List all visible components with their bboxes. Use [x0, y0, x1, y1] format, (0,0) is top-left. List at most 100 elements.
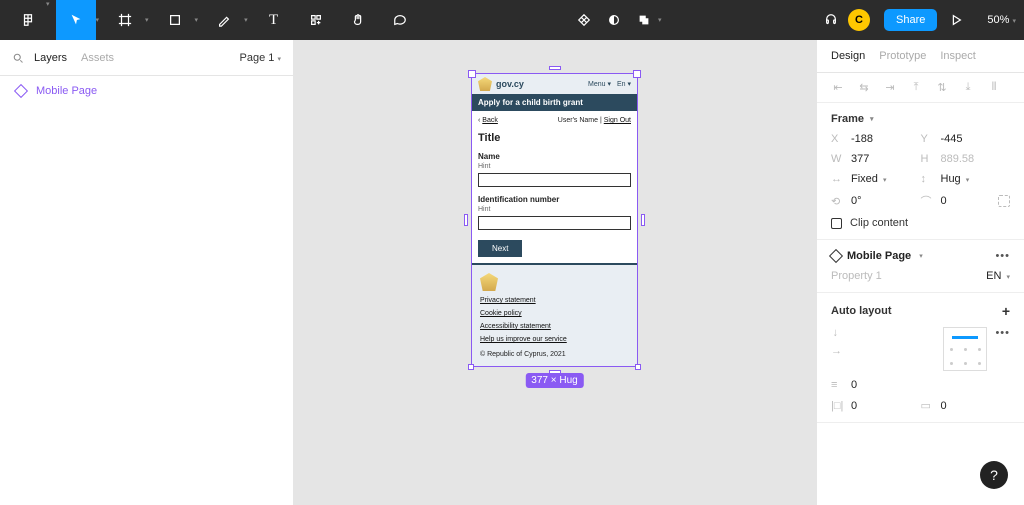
- hand-tool-button[interactable]: [338, 0, 378, 40]
- radius-input[interactable]: 0: [941, 195, 947, 207]
- direction-horizontal-icon[interactable]: →: [831, 345, 842, 357]
- tab-design[interactable]: Design: [831, 50, 865, 62]
- vert-constraint[interactable]: Hug ▾: [941, 173, 970, 185]
- shape-tool-button[interactable]: [155, 0, 195, 40]
- chevron-down-icon[interactable]: ▾: [870, 115, 874, 123]
- figma-menu-button[interactable]: [8, 0, 48, 40]
- zoom-picker[interactable]: 50% ▾: [987, 14, 1016, 26]
- name-hint: Hint: [478, 163, 631, 170]
- resize-handle-bl[interactable]: [468, 364, 474, 370]
- alignment-controls: ⇤ ⇆ ⇥ ⤒ ⇅ ⤓ ⫴: [817, 73, 1024, 103]
- figma-menu-chevron-icon[interactable]: ▾: [46, 0, 50, 40]
- gap-input[interactable]: 0: [851, 379, 857, 391]
- autolayout-more-icon[interactable]: •••: [995, 327, 1010, 339]
- footer-copyright: © Republic of Cyprus, 2021: [480, 351, 629, 358]
- independent-corners-icon[interactable]: [998, 195, 1010, 207]
- selected-frame[interactable]: gov.cy Menu ▾ En ▾ Apply for a child bir…: [471, 73, 638, 367]
- component-icon: [14, 84, 28, 98]
- boolean-icon[interactable]: [630, 0, 658, 40]
- layer-label: Mobile Page: [36, 85, 97, 97]
- name-input[interactable]: [478, 173, 631, 187]
- share-button[interactable]: Share: [884, 9, 937, 31]
- tab-inspect[interactable]: Inspect: [940, 50, 975, 62]
- id-input[interactable]: [478, 216, 631, 230]
- page-picker[interactable]: Page 1 ▾: [240, 52, 281, 64]
- resize-handle-br[interactable]: [635, 364, 641, 370]
- gov-logo-icon: [478, 77, 492, 91]
- menu-dropdown[interactable]: Menu ▾: [588, 80, 611, 88]
- h-label: H: [921, 153, 935, 165]
- pad-h-icon: |□|: [831, 400, 845, 412]
- pad-v-icon: ▭: [921, 399, 935, 412]
- text-tool-button[interactable]: T: [254, 0, 294, 40]
- pen-tool-chevron-icon[interactable]: ▾: [244, 16, 248, 24]
- comment-tool-button[interactable]: [380, 0, 420, 40]
- canvas[interactable]: gov.cy Menu ▾ En ▾ Apply for a child bir…: [294, 40, 816, 505]
- components-icon[interactable]: [570, 0, 598, 40]
- dimensions-badge: 377 × Hug: [525, 373, 583, 388]
- page-picker-label: Page 1: [240, 52, 275, 64]
- mobile-page-artifact: gov.cy Menu ▾ En ▾ Apply for a child bir…: [472, 74, 637, 366]
- footer-link[interactable]: Cookie policy: [480, 310, 629, 317]
- property-value[interactable]: EN ▾: [986, 270, 1010, 282]
- w-input[interactable]: 377: [851, 153, 869, 165]
- move-tool-chevron-icon[interactable]: ▾: [96, 16, 100, 24]
- align-hcenter-icon[interactable]: ⇆: [857, 81, 871, 94]
- vert-constraint-icon: ↕: [921, 173, 935, 185]
- footer-link[interactable]: Privacy statement: [480, 297, 629, 304]
- resources-button[interactable]: [296, 0, 336, 40]
- layer-mobile-page[interactable]: Mobile Page: [0, 76, 293, 106]
- align-left-icon[interactable]: ⇤: [831, 81, 845, 94]
- shape-tool-chevron-icon[interactable]: ▾: [195, 16, 199, 24]
- pad-h-input[interactable]: 0: [851, 400, 857, 412]
- variant-name[interactable]: Mobile Page: [847, 250, 911, 262]
- signout-link[interactable]: Sign Out: [604, 117, 631, 124]
- chevron-down-icon[interactable]: ▾: [919, 252, 923, 260]
- direction-vertical-icon[interactable]: →: [831, 328, 843, 339]
- h-input[interactable]: 889.58: [941, 153, 975, 165]
- align-right-icon[interactable]: ⇥: [883, 81, 897, 94]
- footer-logo-icon: [480, 273, 498, 291]
- align-bottom-icon[interactable]: ⤓: [961, 81, 975, 94]
- pen-tool-button[interactable]: [204, 0, 244, 40]
- distribute-icon[interactable]: ⫴: [987, 81, 1001, 94]
- align-vcenter-icon[interactable]: ⇅: [935, 81, 949, 94]
- footer-link[interactable]: Accessibility statement: [480, 323, 629, 330]
- horiz-constraint-icon: ↔: [831, 173, 845, 185]
- user-avatar[interactable]: C: [848, 9, 870, 31]
- frame-section: Frame▾ X-188 Y-445 W377 H889.58 ↔Fixed ▾…: [817, 103, 1024, 240]
- tab-layers[interactable]: Layers: [34, 52, 67, 64]
- boolean-chevron-icon[interactable]: ▾: [658, 16, 662, 24]
- back-link[interactable]: ‹ Back: [478, 117, 498, 124]
- help-button[interactable]: ?: [980, 461, 1008, 489]
- resize-handle-top[interactable]: [549, 66, 561, 70]
- frame-tool-chevron-icon[interactable]: ▾: [145, 16, 149, 24]
- clip-checkbox[interactable]: [831, 218, 842, 229]
- align-top-icon[interactable]: ⤒: [909, 81, 923, 94]
- resize-handle-right[interactable]: [641, 214, 645, 226]
- footer-link[interactable]: Help us improve our service: [480, 336, 629, 343]
- alignment-box[interactable]: [943, 327, 987, 371]
- user-label: User's Name |: [558, 117, 604, 124]
- resize-handle-left[interactable]: [464, 214, 468, 226]
- move-tool-button[interactable]: [56, 0, 96, 40]
- w-label: W: [831, 153, 845, 165]
- audio-icon[interactable]: [816, 0, 846, 40]
- y-input[interactable]: -445: [941, 133, 963, 145]
- present-button[interactable]: [939, 0, 973, 40]
- variant-more-icon[interactable]: •••: [995, 250, 1010, 262]
- next-button[interactable]: Next: [478, 240, 522, 257]
- frame-tool-button[interactable]: [105, 0, 145, 40]
- pad-v-input[interactable]: 0: [941, 400, 947, 412]
- x-input[interactable]: -188: [851, 133, 873, 145]
- horiz-constraint[interactable]: Fixed ▾: [851, 173, 886, 185]
- mask-icon[interactable]: [600, 0, 628, 40]
- app-toolbar: ▾ ▾ ▾ ▾ ▾ T ▾ C Share 50% ▾: [0, 0, 1024, 40]
- tab-prototype[interactable]: Prototype: [879, 50, 926, 62]
- rotation-input[interactable]: 0°: [851, 195, 862, 207]
- design-panel: Design Prototype Inspect ⇤ ⇆ ⇥ ⤒ ⇅ ⤓ ⫴ F…: [816, 40, 1024, 505]
- tab-assets[interactable]: Assets: [81, 52, 114, 64]
- add-autolayout-icon[interactable]: +: [1002, 303, 1010, 319]
- search-icon[interactable]: [12, 52, 24, 64]
- lang-dropdown[interactable]: En ▾: [617, 80, 631, 88]
